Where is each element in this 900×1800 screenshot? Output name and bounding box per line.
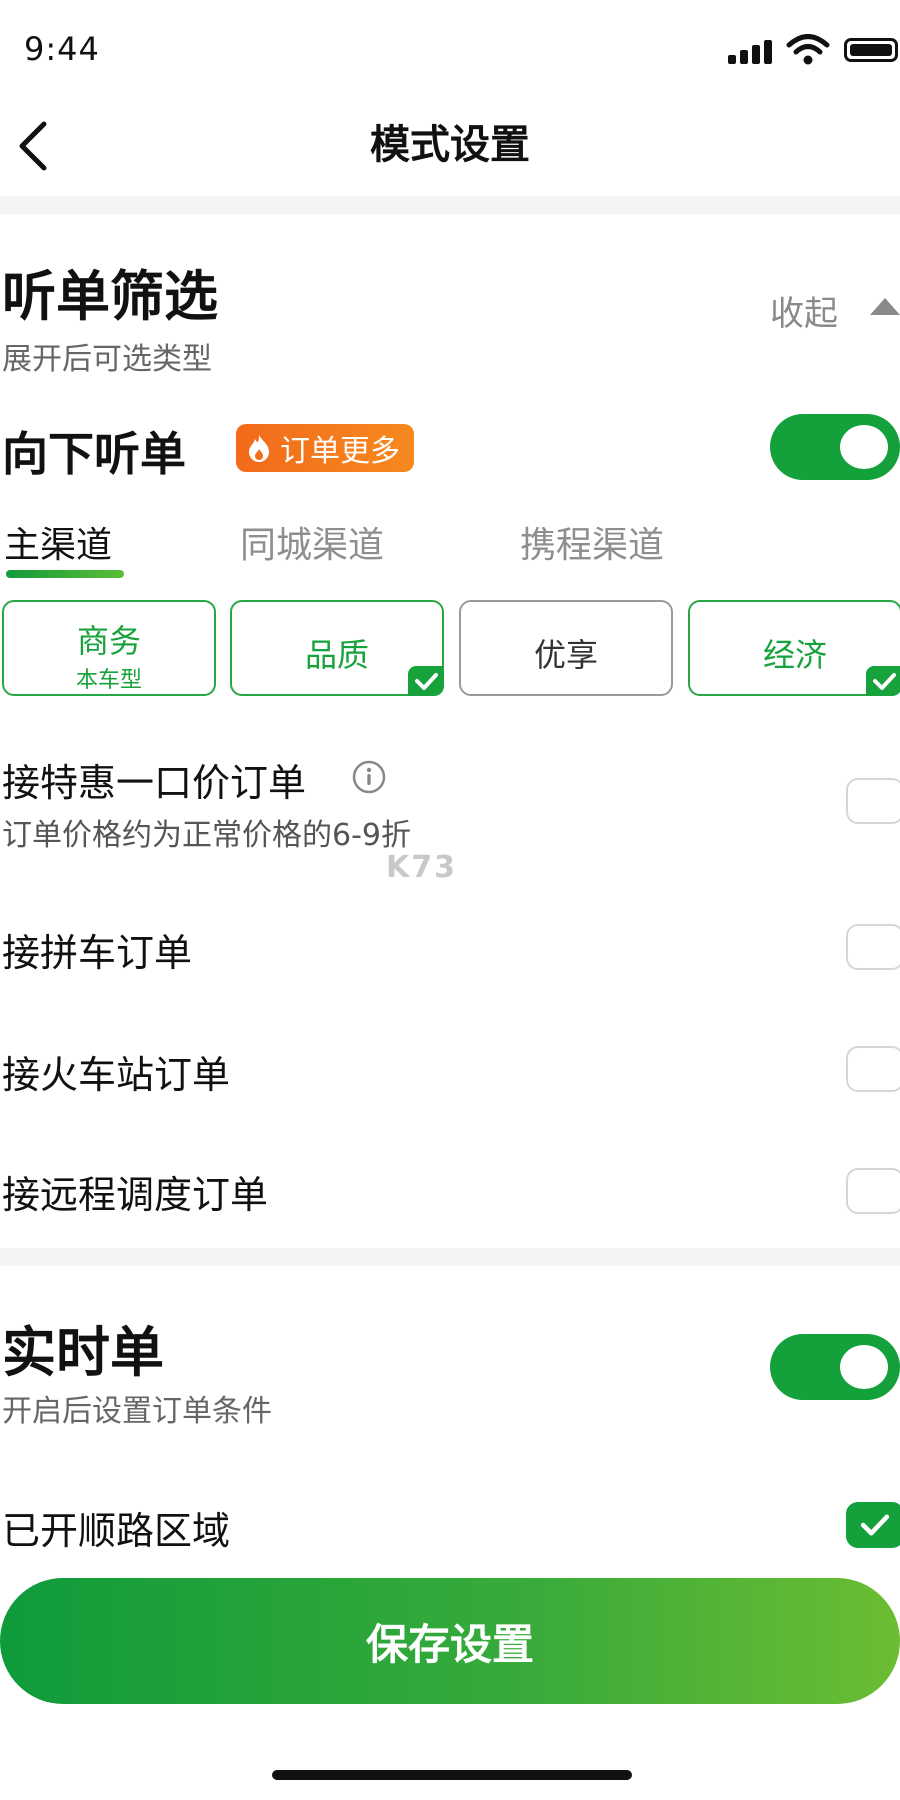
badge-text: 订单更多 bbox=[280, 434, 400, 469]
car-type-economy[interactable]: 经济 bbox=[688, 600, 900, 696]
page-title: 模式设置 bbox=[370, 122, 530, 168]
save-settings-button[interactable]: 保存设置 bbox=[0, 1578, 900, 1704]
car-type-quality[interactable]: 品质 bbox=[230, 600, 444, 696]
check-corner-icon bbox=[866, 666, 900, 696]
option-carpool-label: 接拼车订单 bbox=[2, 931, 193, 975]
watermark: K73 bbox=[386, 850, 457, 885]
section-subtitle-filter: 展开后可选类型 bbox=[2, 342, 212, 377]
tab-city-channel[interactable]: 同城渠道 bbox=[240, 516, 384, 568]
option-train-station-label: 接火车站订单 bbox=[2, 1053, 231, 1097]
option-remote-dispatch-checkbox[interactable] bbox=[846, 1168, 900, 1214]
checkmark-icon bbox=[860, 1514, 890, 1536]
collapse-button[interactable]: 收起 bbox=[770, 286, 838, 335]
option-flat-price-desc: 订单价格约为正常价格的6-9折 bbox=[2, 818, 411, 853]
car-type-business[interactable]: 商务 本车型 bbox=[2, 600, 216, 696]
home-indicator bbox=[272, 1770, 632, 1780]
route-area-checkbox[interactable] bbox=[846, 1502, 900, 1548]
divider bbox=[0, 1248, 900, 1266]
orders-more-badge: 订单更多 bbox=[236, 424, 414, 472]
tab-main-channel[interactable]: 主渠道 bbox=[4, 516, 112, 568]
tab-ctrip-channel[interactable]: 携程渠道 bbox=[520, 516, 664, 568]
check-corner-icon bbox=[408, 666, 444, 696]
chip-sublabel: 本车型 bbox=[75, 668, 142, 693]
car-type-premium[interactable]: 优享 bbox=[459, 600, 673, 696]
option-flat-price-checkbox[interactable] bbox=[846, 778, 900, 824]
option-remote-dispatch-label: 接远程调度订单 bbox=[2, 1173, 269, 1217]
wifi-icon bbox=[786, 34, 830, 65]
fire-icon bbox=[249, 435, 269, 462]
info-icon[interactable] bbox=[352, 760, 386, 794]
save-button-label: 保存设置 bbox=[365, 1619, 534, 1669]
chip-label: 商务 bbox=[76, 622, 141, 660]
caret-up-icon[interactable] bbox=[870, 298, 900, 315]
option-carpool-checkbox[interactable] bbox=[846, 924, 900, 970]
down-listen-label: 向下听单 bbox=[2, 427, 186, 481]
chip-label: 优享 bbox=[533, 636, 598, 674]
option-flat-price-label: 接特惠一口价订单 bbox=[2, 761, 307, 805]
signal-icon bbox=[728, 38, 774, 64]
realtime-toggle[interactable] bbox=[770, 1334, 900, 1400]
down-listen-toggle[interactable] bbox=[770, 414, 900, 480]
divider bbox=[0, 196, 900, 214]
option-train-station-checkbox[interactable] bbox=[846, 1046, 900, 1092]
route-area-label: 已开顺路区域 bbox=[2, 1509, 231, 1553]
section-title-filter: 听单筛选 bbox=[2, 265, 218, 328]
section-title-realtime: 实时单 bbox=[2, 1321, 164, 1384]
status-time: 9:44 bbox=[24, 30, 100, 68]
section-subtitle-realtime: 开启后设置订单条件 bbox=[2, 1394, 272, 1429]
battery-icon bbox=[844, 38, 898, 62]
tab-indicator bbox=[6, 570, 124, 578]
